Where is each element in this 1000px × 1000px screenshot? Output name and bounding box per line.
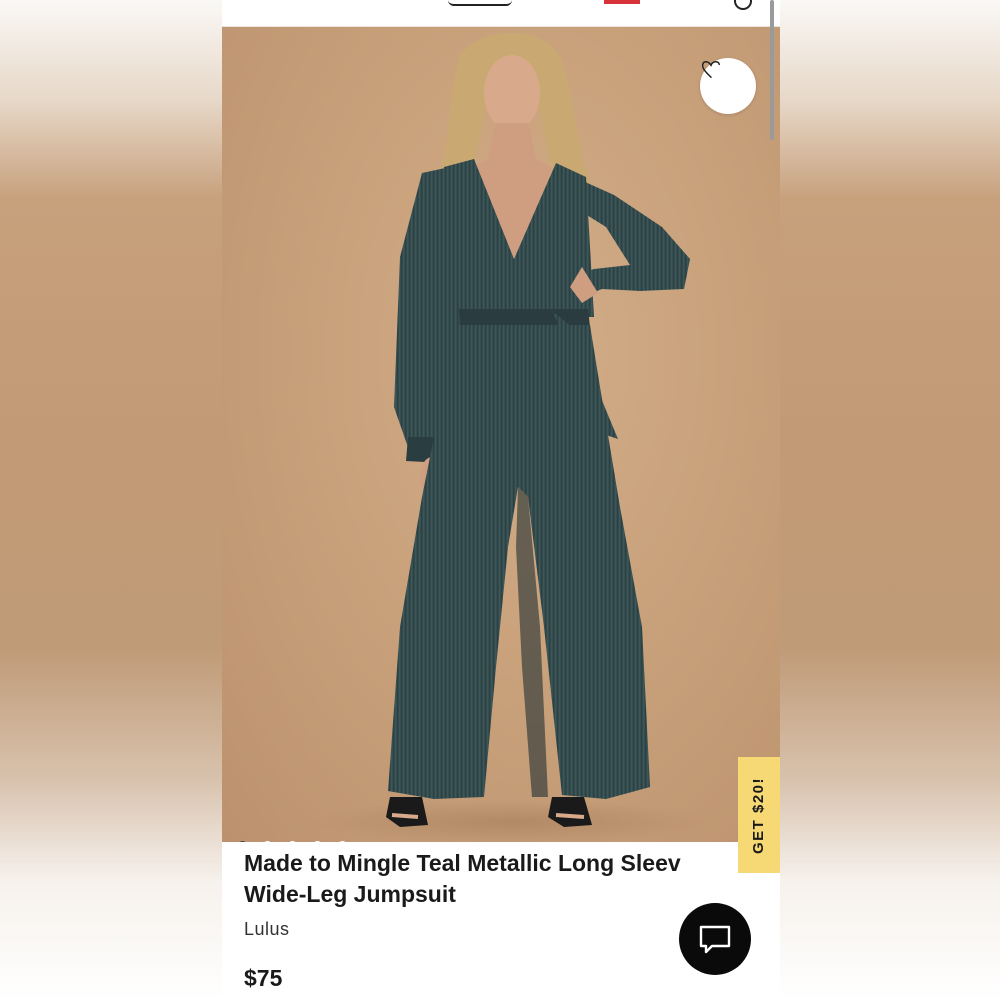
product-image[interactable] bbox=[222, 27, 780, 842]
pagination-dot[interactable] bbox=[313, 841, 322, 842]
heart-icon bbox=[701, 61, 720, 78]
brand-name[interactable]: Lulus bbox=[244, 919, 290, 940]
model-photo bbox=[312, 32, 712, 842]
favorite-button[interactable] bbox=[700, 58, 756, 114]
scrollbar[interactable] bbox=[770, 0, 774, 140]
product-price: $75 bbox=[244, 965, 283, 991]
blurred-backdrop-left bbox=[0, 0, 222, 1000]
chat-button[interactable] bbox=[679, 903, 751, 975]
blurred-backdrop-right bbox=[780, 0, 1000, 1000]
image-pagination bbox=[238, 841, 347, 842]
top-navigation-bar bbox=[222, 0, 780, 27]
store-logo[interactable] bbox=[448, 0, 512, 6]
account-icon[interactable] bbox=[734, 0, 752, 10]
pagination-dot[interactable] bbox=[288, 841, 297, 842]
pagination-dot-active[interactable] bbox=[238, 841, 247, 842]
pagination-dot[interactable] bbox=[263, 841, 272, 842]
promo-tab[interactable]: GET $20! bbox=[738, 757, 780, 873]
promo-label: GET $20! bbox=[750, 776, 768, 854]
product-title-line-1: Made to Mingle Teal Metallic Long Sleev bbox=[244, 850, 681, 876]
product-page: GET $20! Made to Mingle Teal Metallic Lo… bbox=[222, 0, 780, 1000]
chat-bubble-icon bbox=[699, 925, 731, 954]
pagination-dot[interactable] bbox=[338, 841, 347, 842]
region-flag-icon[interactable] bbox=[604, 0, 640, 4]
product-title: Made to Mingle Teal Metallic Long Sleev … bbox=[244, 848, 744, 910]
product-title-line-2: Wide-Leg Jumpsuit bbox=[244, 881, 456, 907]
